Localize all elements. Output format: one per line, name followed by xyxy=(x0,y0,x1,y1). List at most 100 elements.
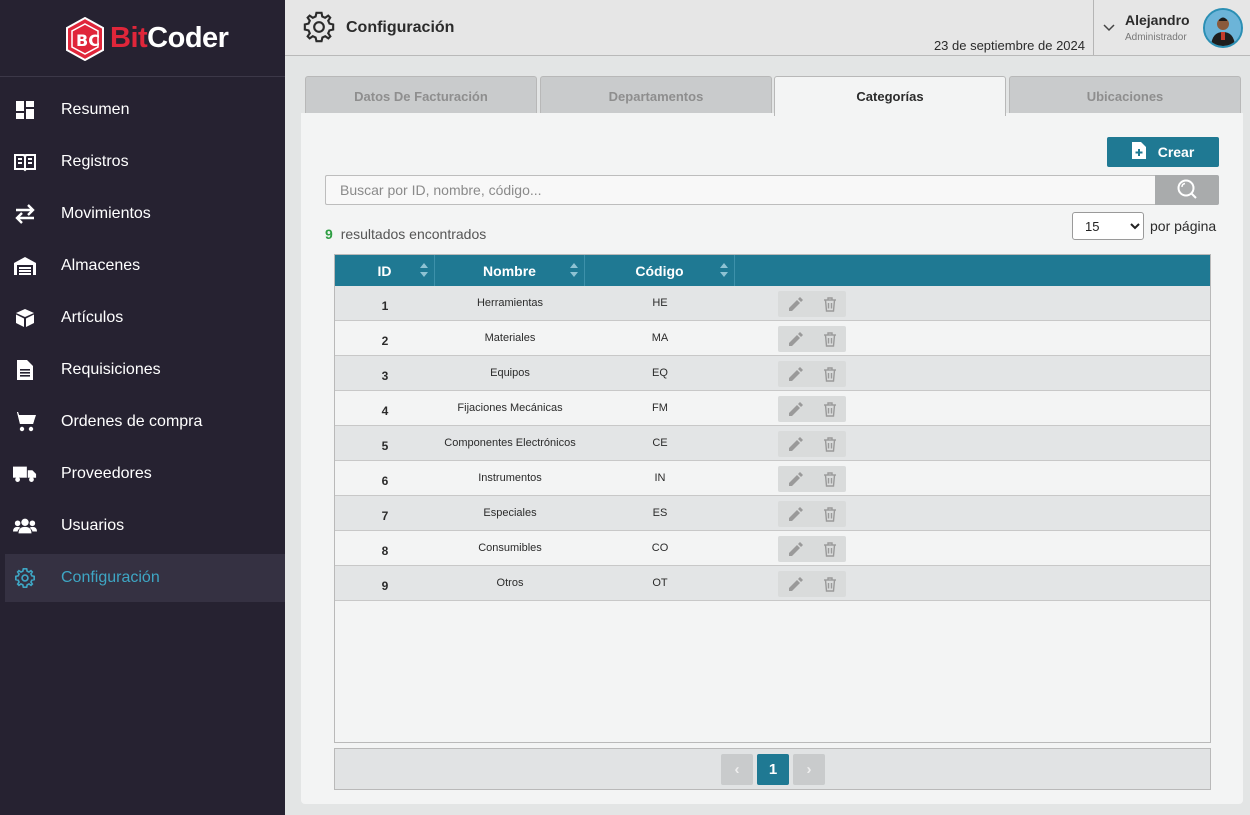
delete-trash-icon[interactable] xyxy=(823,506,836,522)
sidebar-item-label: Resumen xyxy=(61,101,130,118)
sort-icon xyxy=(420,263,428,277)
column-header-nombre[interactable]: Nombre xyxy=(435,255,585,286)
row-actions xyxy=(778,396,846,422)
table-row: 5 Componentes Electrónicos CE xyxy=(335,426,1210,461)
row-actions xyxy=(778,326,846,352)
cell-name: Materiales xyxy=(484,332,536,344)
sort-icon xyxy=(720,263,728,277)
delete-trash-icon[interactable] xyxy=(823,471,836,487)
book-icon xyxy=(13,150,37,174)
categories-table: ID Nombre Código 1 Herramientas HE 2 Mat… xyxy=(334,254,1211,743)
edit-pencil-icon[interactable] xyxy=(788,297,803,311)
gear-icon xyxy=(13,566,37,590)
cell-code: FM xyxy=(652,402,668,414)
column-header-label: Nombre xyxy=(483,263,536,279)
sidebar-item-label: Configuración xyxy=(61,569,160,586)
sidebar-item-registros[interactable]: Registros xyxy=(5,138,285,186)
sidebar-item-label: Movimientos xyxy=(61,205,151,222)
tab-departamentos[interactable]: Departamentos xyxy=(540,76,772,114)
cell-name: Fijaciones Mecánicas xyxy=(457,402,563,414)
avatar[interactable] xyxy=(1203,8,1243,48)
cell-name: Equipos xyxy=(490,367,530,379)
row-actions xyxy=(778,501,846,527)
user-name[interactable]: Alejandro xyxy=(1125,12,1190,28)
cell-code: IN xyxy=(654,472,666,484)
sort-icon xyxy=(570,263,578,277)
sidebar-item-ordenes[interactable]: Ordenes de compra xyxy=(5,398,285,446)
sidebar-item-usuarios[interactable]: Usuarios xyxy=(5,502,285,550)
edit-pencil-icon[interactable] xyxy=(788,507,803,521)
table-header: ID Nombre Código xyxy=(335,255,1210,286)
cell-name: Otros xyxy=(496,577,524,589)
sidebar-item-proveedores[interactable]: Proveedores xyxy=(5,450,285,498)
delete-trash-icon[interactable] xyxy=(823,436,836,452)
cell-name: Herramientas xyxy=(476,297,544,309)
column-header-label: ID xyxy=(377,263,392,279)
sidebar-item-resumen[interactable]: Resumen xyxy=(5,86,285,134)
results-label: resultados encontrados xyxy=(340,226,487,242)
delete-trash-icon[interactable] xyxy=(823,541,836,557)
row-actions xyxy=(778,536,846,562)
box-icon xyxy=(13,306,37,330)
table-row: 3 Equipos EQ xyxy=(335,356,1210,391)
sidebar-item-requisiciones[interactable]: Requisiciones xyxy=(5,346,285,394)
column-header-id[interactable]: ID xyxy=(335,255,435,286)
column-header-codigo[interactable]: Código xyxy=(585,255,735,286)
create-button-label: Crear xyxy=(1157,144,1195,160)
delete-trash-icon[interactable] xyxy=(823,576,836,592)
bitcoder-logo-icon: BC xyxy=(66,17,104,61)
cell-id: 3 xyxy=(381,369,389,383)
cart-icon xyxy=(13,410,37,434)
edit-pencil-icon[interactable] xyxy=(788,542,803,556)
tab-datos-facturacion[interactable]: Datos De Facturación xyxy=(305,76,537,114)
brand-name: BitCoder xyxy=(110,22,229,54)
cell-id: 6 xyxy=(381,474,389,488)
sidebar-item-almacenes[interactable]: Almacenes xyxy=(5,242,285,290)
next-page-button[interactable]: › xyxy=(793,754,825,785)
cell-name: Componentes Electrónicos xyxy=(444,437,576,449)
svg-text:BC: BC xyxy=(76,31,100,50)
per-page-select[interactable]: 15 xyxy=(1072,212,1144,240)
delete-trash-icon[interactable] xyxy=(823,401,836,417)
cell-id: 7 xyxy=(381,509,389,523)
table-row: 9 Otros OT xyxy=(335,566,1210,601)
chevron-down-icon[interactable] xyxy=(1102,20,1116,38)
truck-icon xyxy=(13,462,37,486)
edit-pencil-icon[interactable] xyxy=(788,437,803,451)
tab-ubicaciones[interactable]: Ubicaciones xyxy=(1009,76,1241,114)
settings-gear-icon xyxy=(302,10,336,49)
sidebar-item-articulos[interactable]: Artículos xyxy=(5,294,285,342)
categories-panel: Crear 9 resultados encontrados 15 por pá… xyxy=(301,113,1243,804)
edit-pencil-icon[interactable] xyxy=(788,472,803,486)
row-actions xyxy=(778,571,846,597)
table-row: 4 Fijaciones Mecánicas FM xyxy=(335,391,1210,426)
edit-pencil-icon[interactable] xyxy=(788,367,803,381)
arrows-icon xyxy=(13,202,37,226)
tab-categorias[interactable]: Categorías xyxy=(774,76,1006,116)
edit-pencil-icon[interactable] xyxy=(788,402,803,416)
document-icon xyxy=(13,358,37,382)
sidebar-item-configuracion[interactable]: Configuración xyxy=(5,554,285,602)
sidebar-item-movimientos[interactable]: Movimientos xyxy=(5,190,285,238)
edit-pencil-icon[interactable] xyxy=(788,577,803,591)
delete-trash-icon[interactable] xyxy=(823,296,836,312)
table-row: 1 Herramientas HE xyxy=(335,286,1210,321)
delete-trash-icon[interactable] xyxy=(823,331,836,347)
pagination: ‹ 1 › xyxy=(334,748,1211,790)
create-button[interactable]: Crear xyxy=(1107,137,1219,167)
search-input[interactable] xyxy=(325,175,1157,205)
delete-trash-icon[interactable] xyxy=(823,366,836,382)
search-button[interactable] xyxy=(1155,175,1219,205)
column-header-label: Código xyxy=(635,263,684,279)
per-page-label: por página xyxy=(1150,218,1217,234)
users-icon xyxy=(13,514,37,538)
page-1-button[interactable]: 1 xyxy=(757,754,789,785)
table-row: 6 Instrumentos IN xyxy=(335,461,1210,496)
sidebar-item-label: Requisiciones xyxy=(61,361,161,378)
cell-code: CO xyxy=(651,542,669,554)
table-row: 8 Consumibles CO xyxy=(335,531,1210,566)
dashboard-icon xyxy=(13,98,37,122)
edit-pencil-icon[interactable] xyxy=(788,332,803,346)
prev-page-button[interactable]: ‹ xyxy=(721,754,753,785)
search-icon xyxy=(1176,178,1198,203)
